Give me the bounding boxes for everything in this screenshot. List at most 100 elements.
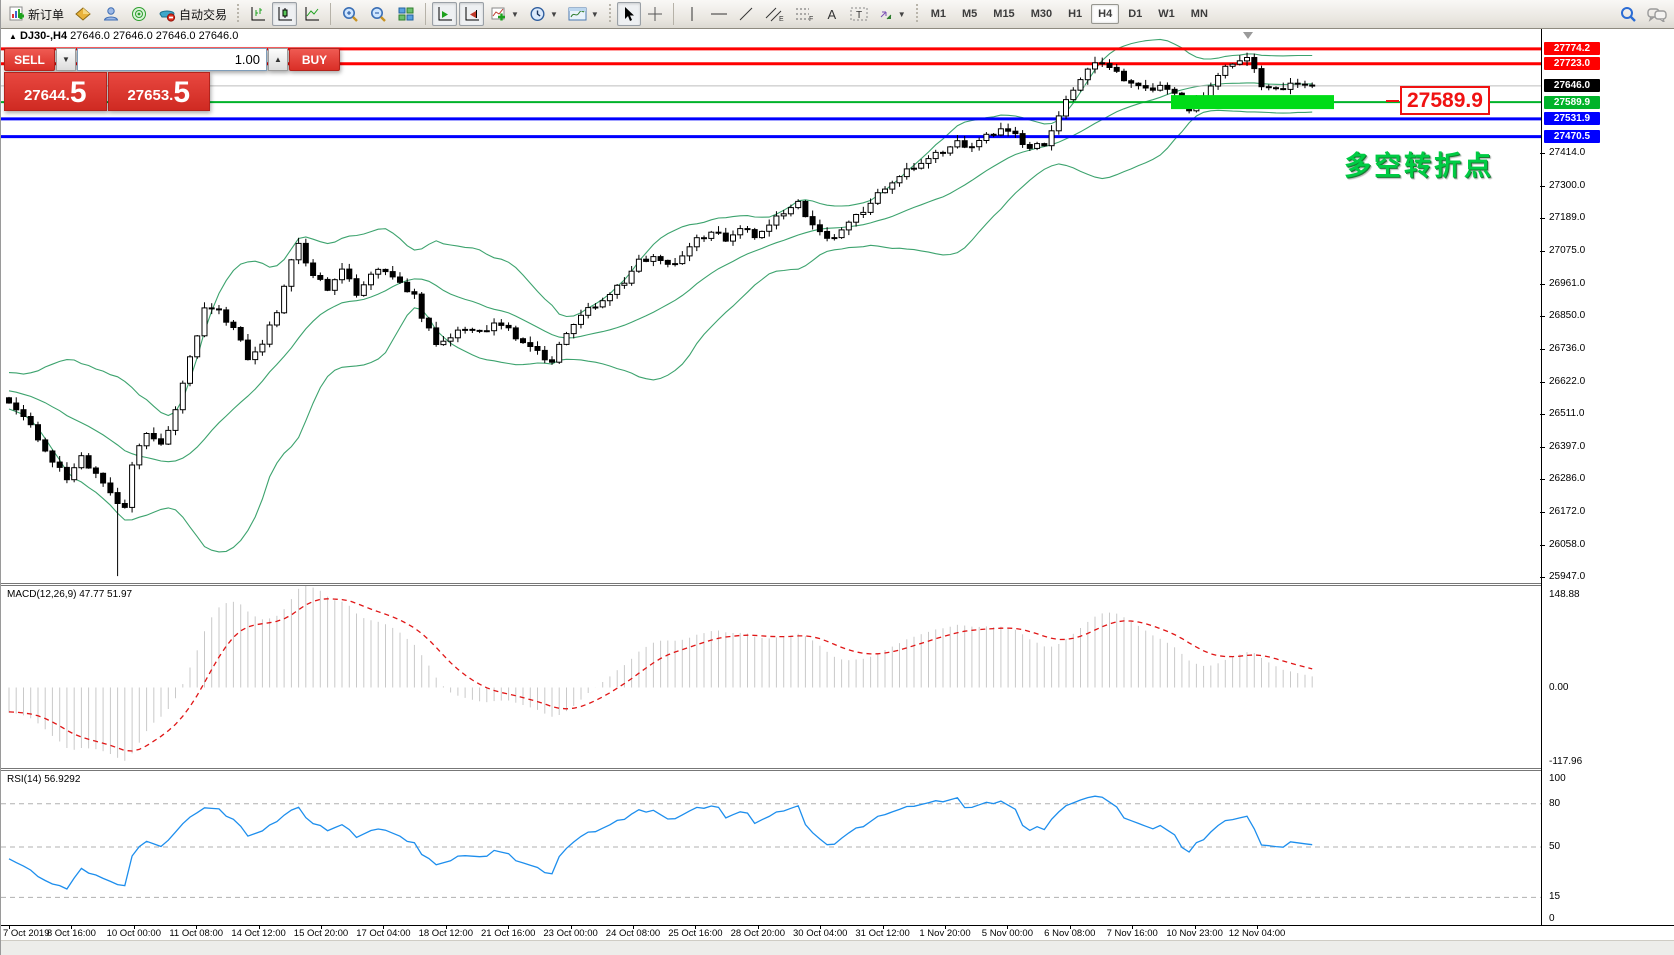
candle-body: [1035, 144, 1040, 149]
timeframe-M15[interactable]: M15: [986, 4, 1021, 24]
toolbar-separator: [330, 3, 331, 25]
timeframe-H4[interactable]: H4: [1091, 4, 1119, 24]
zoom-out-button[interactable]: [365, 2, 391, 26]
cursor-tool-button[interactable]: [617, 2, 641, 26]
time-axis-tickmark: [134, 926, 135, 929]
tile-windows-button[interactable]: [393, 2, 419, 26]
candle-body: [1208, 86, 1213, 97]
autotrading-button[interactable]: 自动交易: [154, 2, 231, 26]
equidistant-channel-icon: E: [764, 6, 784, 22]
candle-body: [101, 473, 106, 483]
candle-body: [332, 280, 337, 291]
candle-body: [1107, 64, 1112, 68]
chat-button[interactable]: [1643, 2, 1671, 26]
main-toolbar: 新订单 自动交易: [1, 0, 1674, 29]
time-axis-label: 15 Oct 20:00: [294, 928, 348, 939]
search-button[interactable]: [1615, 2, 1641, 26]
periods-button[interactable]: ▼: [525, 2, 562, 26]
candle-body: [1274, 88, 1279, 89]
templates-button[interactable]: ▼: [564, 2, 603, 26]
price-axis-tick: 27075.0: [1549, 245, 1585, 256]
profiles-button[interactable]: [98, 2, 124, 26]
candle-body: [340, 269, 345, 280]
autoscroll-button[interactable]: [432, 2, 457, 26]
rsi-indicator-label: RSI(14) 56.9292: [7, 774, 80, 785]
vertical-line-tool-button[interactable]: [680, 2, 704, 26]
timeframe-M1[interactable]: M1: [924, 4, 953, 24]
text-tool-button[interactable]: A: [820, 2, 844, 26]
turning-point-annotation[interactable]: 多空转折点: [1344, 144, 1494, 183]
time-axis[interactable]: 7 Oct 20198 Oct 16:0010 Oct 00:0011 Oct …: [1, 925, 1674, 940]
templates-caret-icon: ▼: [591, 10, 599, 19]
signals-icon: [130, 6, 148, 22]
rsi-axis-15: 15: [1549, 891, 1560, 902]
equidistant-channel-tool-button[interactable]: E: [760, 2, 788, 26]
macd-pane[interactable]: [1, 586, 1541, 768]
candle-body: [455, 330, 460, 338]
candle-body: [998, 129, 1003, 135]
candle-body: [665, 260, 670, 264]
rsi-pane[interactable]: [1, 771, 1541, 925]
horizontal-line-tool-button[interactable]: [706, 2, 732, 26]
indicators-button[interactable]: ▼: [486, 2, 523, 26]
mt4-window: 新订单 自动交易: [0, 0, 1674, 955]
volume-input[interactable]: [77, 48, 267, 71]
candle-body: [839, 230, 844, 238]
collapse-arrow-icon[interactable]: ▲: [9, 32, 17, 41]
support-highlight-rect[interactable]: [1171, 95, 1334, 109]
candle-body: [108, 483, 113, 493]
crosshair-tool-button[interactable]: [643, 2, 667, 26]
chart-header: ▲ DJ30-,H4 27646.0 27646.0 27646.0 27646…: [9, 30, 238, 42]
toolbar-grip: [236, 4, 240, 24]
fibonacci-tool-button[interactable]: F: [790, 2, 818, 26]
candle-body: [1150, 88, 1155, 90]
zoom-out-icon: [369, 6, 387, 23]
time-axis-label: 1 Nov 20:00: [919, 928, 970, 939]
sell-price-button[interactable]: 27644.5: [4, 72, 107, 111]
bar-chart-button[interactable]: [245, 2, 270, 26]
buy-button[interactable]: BUY: [289, 48, 340, 71]
sell-button[interactable]: SELL: [4, 48, 55, 71]
timeframe-M5[interactable]: M5: [955, 4, 984, 24]
time-axis-tickmark: [321, 926, 322, 929]
candle-body: [796, 201, 801, 207]
candle-body: [912, 168, 917, 169]
new-chart-button[interactable]: [70, 2, 96, 26]
price-callout-value: 27589.9: [1400, 86, 1490, 115]
timeframe-M30[interactable]: M30: [1024, 4, 1059, 24]
arrows-tool-button[interactable]: ▼: [874, 2, 910, 26]
zoom-in-button[interactable]: [337, 2, 363, 26]
chart-shift-marker-icon[interactable]: [1243, 32, 1253, 39]
chart-shift-button[interactable]: [459, 2, 484, 26]
price-pane[interactable]: [1, 29, 1541, 583]
price-callout[interactable]: 27589.9: [1386, 86, 1490, 115]
candlestick-chart-button[interactable]: [272, 2, 297, 26]
candle-body: [644, 259, 649, 261]
candle-body: [955, 141, 960, 147]
volume-increase-button[interactable]: ▲: [268, 48, 288, 71]
timeframe-H1[interactable]: H1: [1061, 4, 1089, 24]
svg-text:F: F: [809, 16, 813, 22]
candle-body: [209, 308, 214, 309]
candle-body: [369, 274, 374, 285]
signals-button[interactable]: [126, 2, 152, 26]
timeframe-D1[interactable]: D1: [1121, 4, 1149, 24]
line-chart-button[interactable]: [299, 2, 324, 26]
time-axis-tickmark: [259, 926, 260, 929]
candle-body: [484, 331, 489, 332]
buy-price-button[interactable]: 27653.5: [108, 72, 211, 111]
time-axis-label: 28 Oct 20:00: [731, 928, 785, 939]
crosshair-icon: [647, 6, 663, 22]
trendline-tool-button[interactable]: [734, 2, 758, 26]
timeframe-MN[interactable]: MN: [1184, 4, 1215, 24]
candle-body: [680, 256, 685, 264]
price-axis[interactable]: 27414.027300.027189.027075.026961.026850…: [1541, 29, 1674, 940]
text-label-tool-button[interactable]: T: [846, 2, 872, 26]
new-order-button[interactable]: 新订单: [5, 2, 68, 26]
timeframe-W1[interactable]: W1: [1151, 4, 1182, 24]
price-axis-tick: 26736.0: [1549, 343, 1585, 354]
chart-area[interactable]: ▲ DJ30-,H4 27646.0 27646.0 27646.0 27646…: [1, 29, 1674, 955]
volume-decrease-button[interactable]: ▼: [56, 48, 76, 71]
candle-body: [535, 347, 540, 351]
candle-body: [1136, 83, 1141, 85]
